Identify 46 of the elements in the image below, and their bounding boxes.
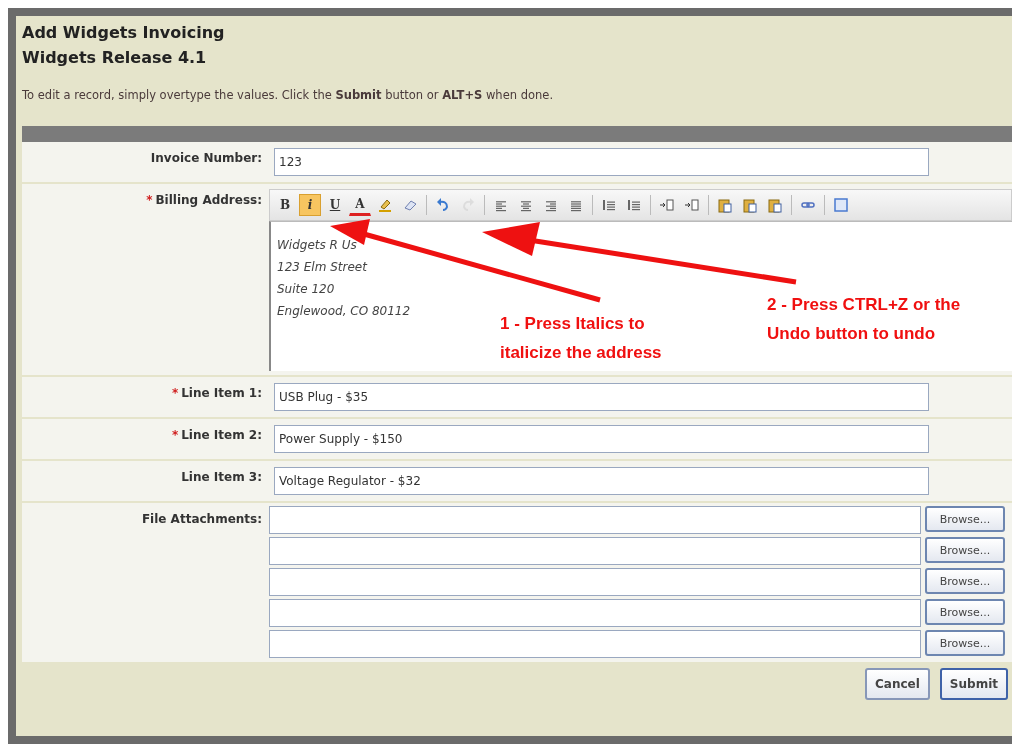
numbered-list-icon bbox=[601, 197, 617, 213]
redo-icon bbox=[460, 197, 476, 213]
fullscreen-icon bbox=[833, 197, 849, 213]
field-label: Invoice Number: bbox=[150, 151, 262, 165]
file-path-field[interactable] bbox=[269, 506, 921, 534]
page-subtitle: Widgets Release 4.1 bbox=[22, 48, 208, 67]
browse-button[interactable]: Browse... bbox=[925, 537, 1005, 563]
underline-button[interactable]: U bbox=[324, 194, 346, 216]
address-line: Suite 120 bbox=[277, 281, 335, 298]
address-line: Englewood, CO 80112 bbox=[277, 303, 411, 320]
paste-text-icon bbox=[742, 197, 758, 213]
indent-icon bbox=[659, 197, 675, 213]
line-item-field[interactable]: Power Supply - $150 bbox=[274, 425, 929, 453]
outdent-icon bbox=[684, 197, 700, 213]
file-path-field[interactable] bbox=[269, 537, 921, 565]
field-label: * Billing Address: bbox=[146, 193, 262, 207]
field-label: File Attachments: bbox=[141, 512, 262, 526]
field-label: * Line Item 1: bbox=[171, 386, 262, 400]
file-path-field[interactable] bbox=[269, 599, 921, 627]
annotation-text: 1 - Press Italics to italicize the address bbox=[500, 313, 662, 364]
bullet-list-icon bbox=[626, 197, 642, 213]
annotation-text: 2 - Press CTRL+Z or the Undo button to undo bbox=[767, 294, 961, 345]
browse-button[interactable]: Browse... bbox=[925, 568, 1005, 594]
instructions: To edit a record, simply overtype the values. Click the Submit button or ALT+S when done. bbox=[22, 88, 555, 102]
submit-button[interactable]: Submit bbox=[939, 668, 1008, 700]
field-label: * Line Item 2: bbox=[171, 428, 262, 442]
page-title: Add Widgets Invoicing bbox=[22, 23, 226, 42]
undo-icon bbox=[435, 197, 451, 213]
file-path-field[interactable] bbox=[269, 568, 921, 596]
address-line: Widgets R Us bbox=[277, 237, 357, 254]
invoice-number-field[interactable]: 123 bbox=[274, 148, 929, 176]
line-item-field[interactable]: Voltage Regulator - $32 bbox=[274, 467, 929, 495]
paste-icon bbox=[717, 197, 733, 213]
browse-button[interactable]: Browse... bbox=[925, 630, 1005, 656]
bold-button[interactable]: B bbox=[274, 194, 296, 216]
paste-word-icon bbox=[767, 197, 783, 213]
address-line: 123 Elm Street bbox=[277, 259, 367, 276]
highlighter-icon bbox=[377, 197, 393, 213]
line-item-field[interactable]: USB Plug - $35 bbox=[274, 383, 929, 411]
file-path-field[interactable] bbox=[269, 630, 921, 658]
browse-button[interactable]: Browse... bbox=[925, 506, 1005, 532]
font-color-button[interactable]: A bbox=[349, 194, 371, 216]
cancel-button[interactable]: Cancel bbox=[865, 668, 930, 700]
field-label: Line Item 3: bbox=[181, 470, 262, 484]
italic-button[interactable]: i bbox=[299, 194, 321, 216]
browse-button[interactable]: Browse... bbox=[925, 599, 1005, 625]
